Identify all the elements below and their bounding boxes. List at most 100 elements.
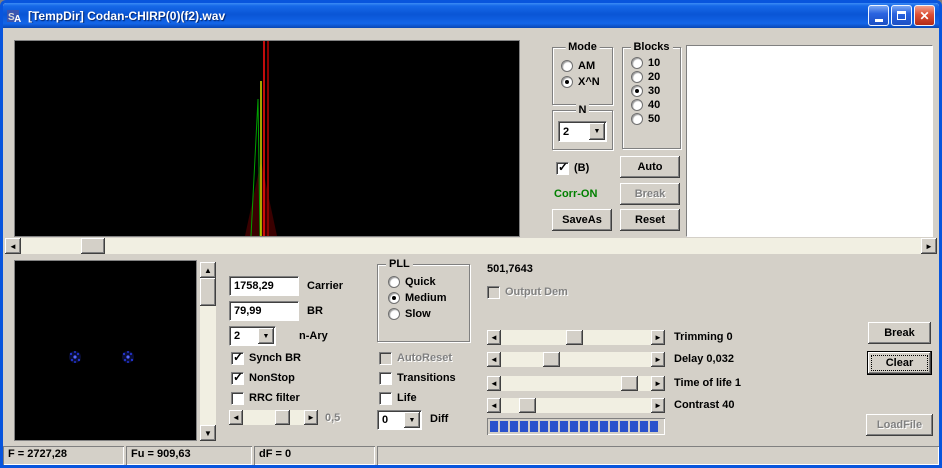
loadfile-button: LoadFile [866, 414, 933, 436]
delay-slider[interactable]: ◄ ► [487, 352, 665, 367]
app-window: S A [TempDir] Codan-CHIRP(0)(f2).wav ✕ ◄… [0, 0, 942, 468]
trimming-slider[interactable]: ◄ ► [487, 330, 665, 345]
slider-thumb[interactable] [543, 352, 560, 367]
auto-button[interactable]: Auto [620, 156, 680, 178]
radio-am[interactable]: AM [561, 60, 612, 72]
slider-thumb[interactable] [566, 330, 583, 345]
n-group-legend: N [576, 104, 590, 116]
corr-status: Corr-ON [554, 188, 597, 200]
b-checkbox-box [556, 162, 569, 175]
radio-slow-circle [388, 308, 400, 320]
slider-right-arrow[interactable]: ► [651, 398, 665, 413]
reset-button[interactable]: Reset [620, 209, 680, 231]
minimize-button[interactable] [868, 5, 889, 26]
status-fu: Fu = 909,63 [126, 446, 252, 465]
radio-blocks-10[interactable]: 10 [631, 57, 680, 69]
b-checkbox[interactable]: (B) [556, 161, 589, 175]
scroll-thumb[interactable] [200, 278, 216, 306]
title-bar: S A [TempDir] Codan-CHIRP(0)(f2).wav ✕ [3, 3, 939, 28]
saveas-button[interactable]: SaveAs [552, 209, 612, 231]
dropdown-arrow-icon[interactable]: ▼ [589, 123, 605, 140]
spectrum-scrollbar[interactable]: ◄ ► [5, 238, 937, 254]
slider-left-arrow[interactable]: ◄ [487, 398, 501, 413]
slider-right-arrow[interactable]: ► [651, 330, 665, 345]
blocks-group: Blocks 10 20 30 40 50 [622, 47, 681, 149]
nonstop-checkbox[interactable]: NonStop [231, 371, 295, 385]
maximize-button[interactable] [891, 5, 912, 26]
radio-20-circle [631, 71, 643, 83]
n-select-value: 2 [559, 126, 588, 138]
slider-right-arrow[interactable]: ► [304, 410, 318, 425]
slider-right-arrow[interactable]: ► [651, 352, 665, 367]
break-button[interactable]: Break [868, 322, 931, 344]
slider-left-arrow[interactable]: ◄ [487, 352, 501, 367]
nonstop-label: NonStop [249, 372, 295, 384]
radio-pll-slow[interactable]: Slow [388, 308, 469, 320]
radio-blocks-50[interactable]: 50 [631, 113, 680, 125]
autoreset-checkbox: AutoReset [379, 351, 452, 365]
radio-blocks-30[interactable]: 30 [631, 85, 680, 97]
scroll-left-arrow[interactable]: ◄ [5, 238, 21, 254]
radio-20-label: 20 [648, 71, 660, 83]
scroll-right-arrow[interactable]: ► [921, 238, 937, 254]
radio-xn-circle [561, 76, 573, 88]
radio-10-circle [631, 57, 643, 69]
scroll-down-arrow[interactable]: ▼ [200, 425, 216, 441]
slider-left-arrow[interactable]: ◄ [487, 376, 501, 391]
dropdown-arrow-icon[interactable]: ▼ [404, 412, 420, 428]
slider-thumb[interactable] [275, 410, 290, 425]
nary-label: n-Ary [299, 330, 328, 342]
timeoflife-slider[interactable]: ◄ ► [487, 376, 665, 391]
nonstop-checkbox-box [231, 372, 244, 385]
radio-blocks-40[interactable]: 40 [631, 99, 680, 111]
radio-pll-quick[interactable]: Quick [388, 276, 469, 288]
break-top-button-label: Break [635, 188, 666, 200]
radio-xn[interactable]: X^N [561, 76, 612, 88]
autoreset-checkbox-box [379, 352, 392, 365]
transitions-checkbox[interactable]: Transitions [379, 371, 456, 385]
rrc-filter-checkbox[interactable]: RRC filter [231, 391, 300, 405]
blocks-group-legend: Blocks [630, 41, 672, 53]
pll-group-legend: PLL [386, 258, 413, 270]
synchbr-checkbox-box [231, 352, 244, 365]
rrc-filter-label: RRC filter [249, 392, 300, 404]
slider-thumb[interactable] [519, 398, 536, 413]
carrier-input[interactable] [229, 276, 299, 296]
saveas-button-label: SaveAs [562, 214, 602, 226]
dropdown-arrow-icon[interactable]: ▼ [258, 328, 274, 344]
rrc-rolloff-slider[interactable]: ◄ ► [229, 410, 318, 425]
reset-button-label: Reset [635, 214, 665, 226]
slider-left-arrow[interactable]: ◄ [487, 330, 501, 345]
right-display-panel [686, 45, 933, 237]
radio-am-circle [561, 60, 573, 72]
minimize-icon [875, 19, 883, 22]
radio-medium-circle [388, 292, 400, 304]
svg-text:A: A [14, 14, 21, 24]
contrast-slider[interactable]: ◄ ► [487, 398, 665, 413]
close-button[interactable]: ✕ [914, 5, 935, 26]
clear-button[interactable]: Clear [868, 352, 931, 374]
slider-right-arrow[interactable]: ► [651, 376, 665, 391]
life-label: Life [397, 392, 417, 404]
delay-label: Delay 0,032 [674, 353, 734, 365]
radio-medium-label: Medium [405, 292, 447, 304]
radio-quick-circle [388, 276, 400, 288]
constellation-scrollbar[interactable]: ▲ ▼ [200, 262, 216, 441]
life-checkbox[interactable]: Life [379, 391, 417, 405]
diff-select[interactable]: 0 ▼ [377, 410, 422, 430]
status-f: F = 2727,28 [3, 446, 124, 465]
synchbr-checkbox[interactable]: Synch BR [231, 351, 301, 365]
slider-left-arrow[interactable]: ◄ [229, 410, 243, 425]
scroll-up-arrow[interactable]: ▲ [200, 262, 216, 278]
radio-30-circle [631, 85, 643, 97]
status-df: dF = 0 [254, 446, 375, 465]
scroll-thumb[interactable] [81, 238, 105, 254]
radio-pll-medium[interactable]: Medium [388, 292, 469, 304]
nary-select[interactable]: 2 ▼ [229, 326, 276, 346]
radio-blocks-20[interactable]: 20 [631, 71, 680, 83]
clear-button-label: Clear [886, 357, 914, 369]
br-input[interactable] [229, 301, 299, 321]
slider-thumb[interactable] [621, 376, 638, 391]
n-select[interactable]: 2 ▼ [558, 121, 607, 142]
radio-10-label: 10 [648, 57, 660, 69]
